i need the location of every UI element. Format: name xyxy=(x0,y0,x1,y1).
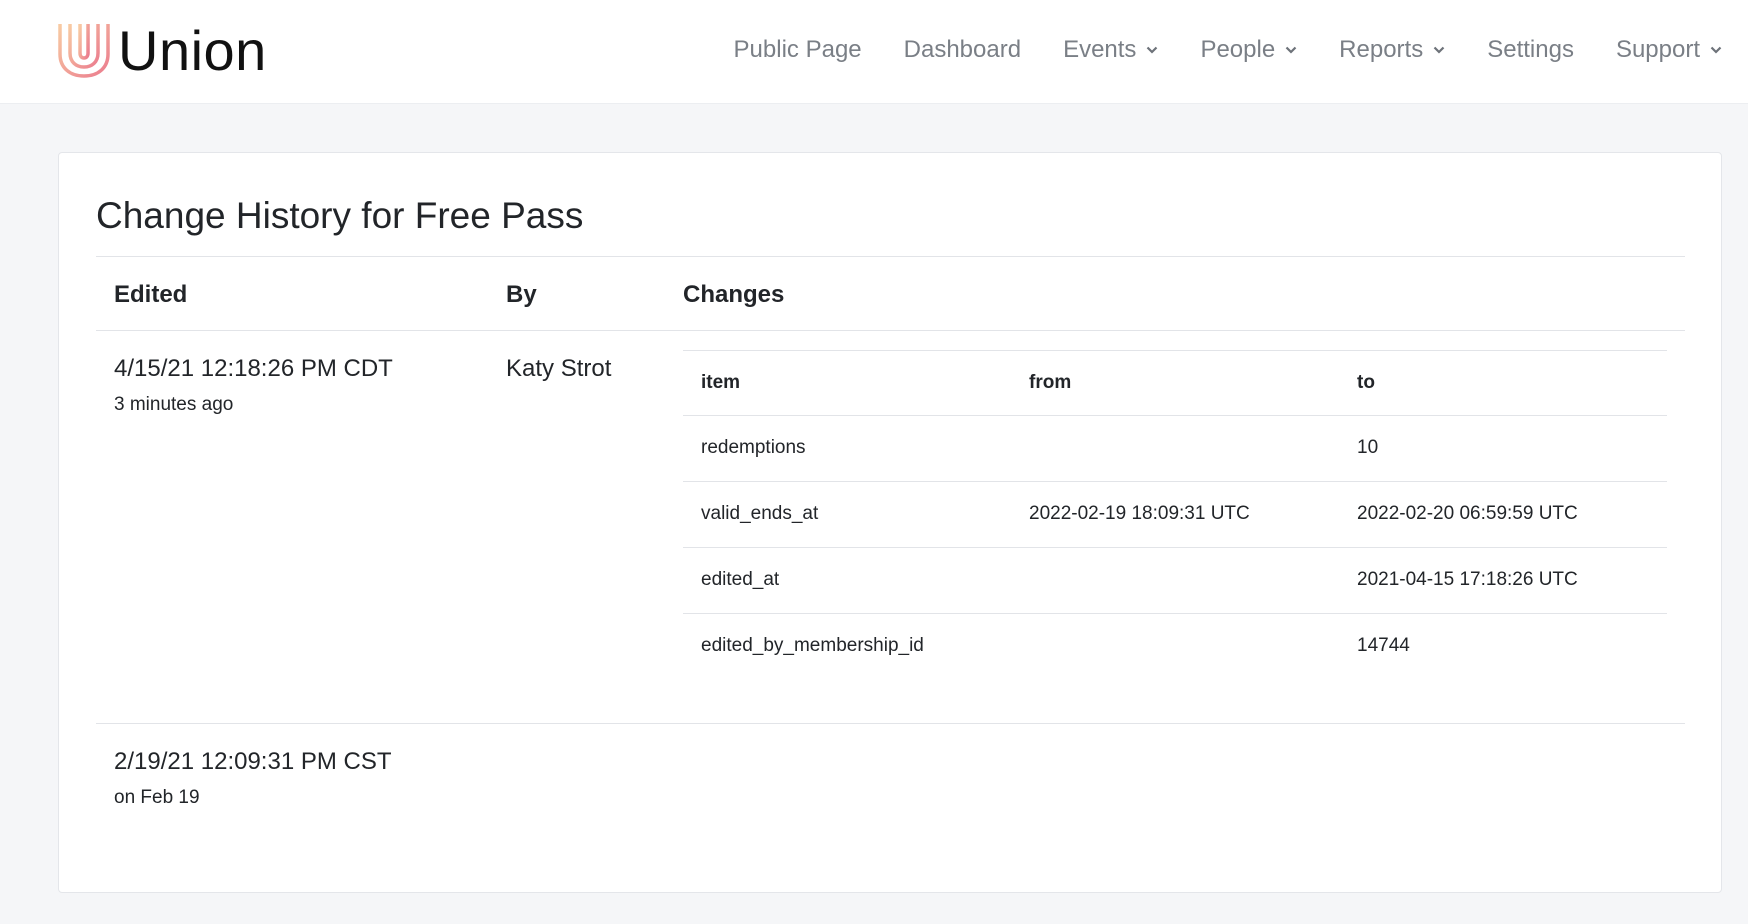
change-history-table: Edited By Changes 4/15/21 12:18:26 PM CD… xyxy=(96,256,1685,874)
changes-header-row: item from to xyxy=(683,350,1667,416)
edited-relative-time: on Feb 19 xyxy=(114,787,200,808)
chevron-down-icon xyxy=(1433,46,1445,54)
nav-public-page[interactable]: Public Page xyxy=(734,30,862,70)
nav-settings[interactable]: Settings xyxy=(1487,30,1574,70)
change-to: 10 xyxy=(1357,437,1379,458)
changes-header-to: to xyxy=(1357,372,1375,393)
edited-timestamp: 2/19/21 12:09:31 PM CST xyxy=(114,748,392,775)
nav-label: Public Page xyxy=(733,36,862,63)
changes-header-from: from xyxy=(1029,372,1072,393)
changes-table: item from to redemptions 10 valid_ends_a… xyxy=(683,350,1667,680)
change-to: 2021-04-15 17:18:26 UTC xyxy=(1357,569,1578,590)
nav-label: People xyxy=(1200,36,1276,63)
nav-dashboard[interactable]: Dashboard xyxy=(904,30,1021,70)
changes-row: edited_by_membership_id 14744 xyxy=(683,614,1667,680)
chevron-down-icon xyxy=(1285,46,1297,54)
nav-support-dropdown[interactable]: Support xyxy=(1616,30,1722,70)
brand-link[interactable]: Union xyxy=(56,20,267,82)
change-from: 2022-02-19 18:09:31 UTC xyxy=(1029,503,1250,524)
nav-people-dropdown[interactable]: People xyxy=(1200,30,1297,70)
nav-label: Events xyxy=(1063,36,1137,63)
top-navbar: Union Public Page Dashboard Events Peopl… xyxy=(0,0,1748,104)
edited-timestamp: 4/15/21 12:18:26 PM CDT xyxy=(114,355,393,382)
chevron-down-icon xyxy=(1147,46,1158,54)
page-title: Change History for Free Pass xyxy=(96,195,584,236)
main-nav: Public Page Dashboard Events People Repo… xyxy=(734,30,1722,70)
nav-label: Support xyxy=(1615,36,1700,63)
brand-name: Union xyxy=(118,19,267,82)
change-history-card: Change History for Free Pass Edited By C… xyxy=(58,152,1722,893)
changes-row: valid_ends_at 2022-02-19 18:09:31 UTC 20… xyxy=(683,482,1667,548)
table-row: 2/19/21 12:09:31 PM CST on Feb 19 xyxy=(96,724,1685,874)
table-row: 4/15/21 12:18:26 PM CDT 3 minutes ago Ka… xyxy=(96,331,1685,724)
column-header-edited: Edited xyxy=(114,281,188,308)
nav-events-dropdown[interactable]: Events xyxy=(1063,30,1158,70)
change-item: edited_at xyxy=(701,569,780,590)
column-header-changes: Changes xyxy=(683,281,785,308)
change-item: redemptions xyxy=(701,437,806,458)
nav-reports-dropdown[interactable]: Reports xyxy=(1339,30,1445,70)
change-to: 14744 xyxy=(1357,635,1410,656)
nav-label: Reports xyxy=(1339,36,1424,63)
changes-row: redemptions 10 xyxy=(683,416,1667,482)
column-header-by: By xyxy=(506,281,537,308)
changes-header-item: item xyxy=(701,372,741,393)
change-to: 2022-02-20 06:59:59 UTC xyxy=(1357,503,1578,524)
change-item: edited_by_membership_id xyxy=(701,635,924,656)
union-logo-icon xyxy=(58,24,110,78)
changes-row: edited_at 2021-04-15 17:18:26 UTC xyxy=(683,548,1667,614)
table-header-row: Edited By Changes xyxy=(96,256,1685,331)
chevron-down-icon xyxy=(1710,46,1722,54)
nav-label: Dashboard xyxy=(903,36,1022,63)
edited-relative-time: 3 minutes ago xyxy=(114,394,234,415)
edited-by-user: Katy Strot xyxy=(506,355,612,382)
change-item: valid_ends_at xyxy=(701,503,819,524)
nav-label: Settings xyxy=(1487,36,1574,63)
